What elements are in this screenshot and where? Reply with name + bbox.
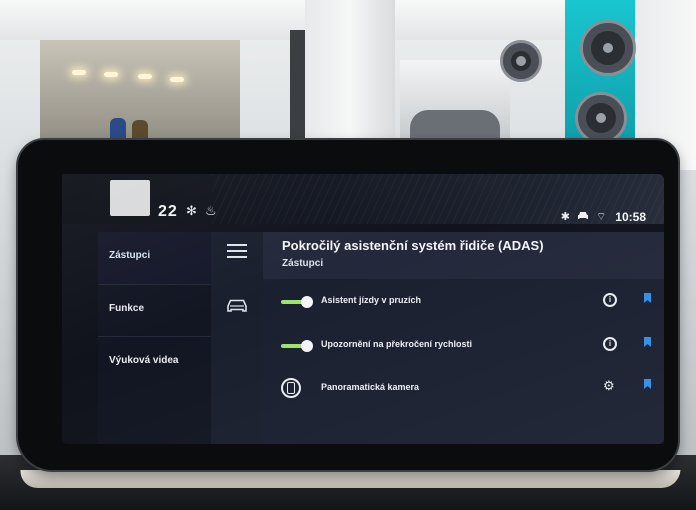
list-item-label: Panoramatická kamera: [321, 382, 420, 392]
sidebar-item-label: Funkce: [109, 303, 145, 314]
content-header: Pokročilý asistenční systém řidiče (ADAS…: [263, 232, 664, 279]
speed-warning-toggle[interactable]: [281, 340, 313, 352]
bookmark-icon[interactable]: [644, 379, 651, 389]
info-icon[interactable]: i: [603, 337, 617, 351]
list-item-label: Asistent jízdy v pruzích: [321, 295, 422, 305]
pillar: [305, 0, 395, 160]
list-item-panoramic-camera[interactable]: Panoramatická kamera ⚙: [263, 370, 664, 414]
list-item-label: Upozornění na překročení rychlosti: [321, 339, 473, 349]
bluetooth-icon: ✱: [560, 211, 570, 223]
bookmark-icon[interactable]: [644, 337, 651, 347]
clock: 10:58: [615, 210, 646, 224]
sidebar-item-label: Výuková videa: [109, 355, 179, 366]
status-bar: 22 ✻ ♨ ✱ ⌔ 10:58: [62, 174, 664, 224]
seat-heating-icon[interactable]: ♨: [205, 203, 217, 219]
infotainment-screen: 22 ✻ ♨ ✱ ⌔ 10:58 Zástupci Funkce Výuková…: [62, 174, 664, 444]
temperature-readout[interactable]: 22: [158, 203, 178, 221]
app-badge[interactable]: [110, 180, 150, 216]
sidebar: Zástupci Funkce Výuková videa: [98, 232, 211, 444]
gear-icon[interactable]: ⚙: [603, 378, 615, 394]
wheel-display: [580, 20, 636, 76]
wheel-display: [500, 40, 542, 82]
car-icon: [577, 211, 589, 223]
icon-column: [211, 232, 263, 444]
sidebar-item-vyukova-videa[interactable]: Výuková videa: [98, 336, 211, 388]
wheel-display: [575, 92, 627, 144]
bookmark-icon[interactable]: [644, 293, 651, 303]
sidebar-item-zastupci[interactable]: Zástupci: [98, 232, 211, 284]
sidebar-item-funkce[interactable]: Funkce: [98, 284, 211, 336]
page-title: Pokročilý asistenční systém řidiče (ADAS…: [282, 238, 544, 253]
ceiling-lamp: [138, 74, 152, 79]
signal-icon: ⌔: [595, 211, 607, 223]
fan-icon[interactable]: ✻: [186, 203, 197, 219]
list-item-lane-assist[interactable]: Asistent jízdy v pruzích i: [263, 284, 664, 328]
lane-assist-toggle[interactable]: [281, 296, 313, 308]
status-icons: ✱ ⌔ 10:58: [561, 210, 646, 224]
dashboard-trim: [19, 470, 681, 488]
sidebar-item-label: Zástupci: [109, 250, 151, 261]
content-panel: Pokročilý asistenční systém řidiče (ADAS…: [263, 232, 664, 444]
menu-icon[interactable]: [227, 244, 247, 258]
car-icon[interactable]: [225, 298, 249, 314]
page-subtitle: Zástupci: [282, 258, 324, 269]
info-icon[interactable]: i: [603, 293, 617, 307]
ceiling-lamp: [104, 72, 118, 77]
camera-icon[interactable]: [281, 378, 301, 398]
list-item-speed-warning[interactable]: Upozornění na překročení rychlosti i: [263, 328, 664, 372]
ceiling-lamp: [170, 77, 184, 82]
ceiling-lamp: [72, 70, 86, 75]
